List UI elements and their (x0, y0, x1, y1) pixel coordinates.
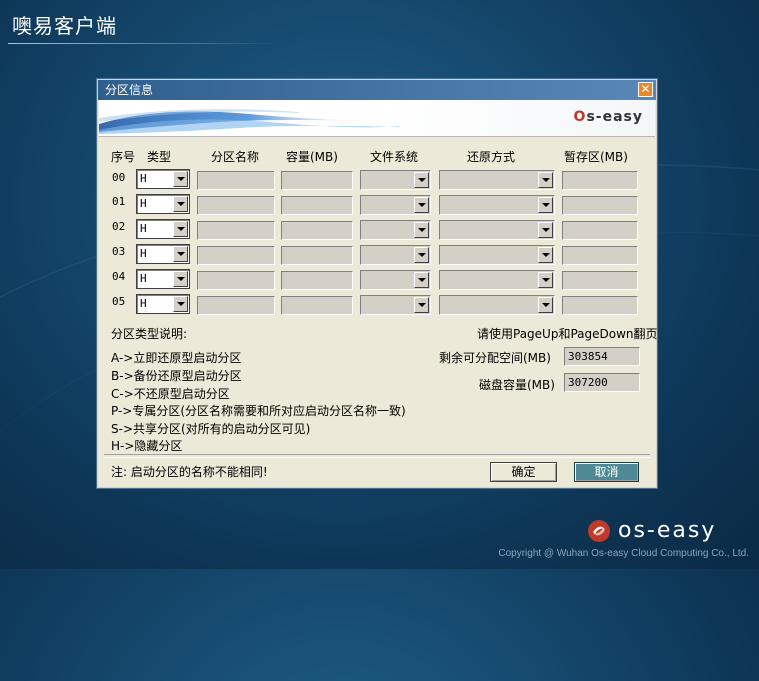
dialog-banner: Os-easy (99, 100, 655, 137)
os-easy-logo-icon (588, 520, 610, 542)
chevron-down-icon[interactable] (414, 222, 429, 238)
filesystem-select[interactable] (360, 295, 431, 315)
chevron-down-icon[interactable] (538, 197, 553, 213)
header-temp-area: 暂存区(MB) (564, 150, 628, 164)
os-easy-logo-text: os-easy (618, 518, 717, 543)
chevron-down-icon[interactable] (538, 172, 553, 188)
chevron-down-icon[interactable] (173, 271, 188, 287)
chevron-down-icon[interactable] (538, 272, 553, 288)
partition-info-dialog: 分区信息 ✕ Os-easy 序号 类型 分区名称 容量(MB) 文件系统 还原… (97, 79, 658, 488)
dialog-title: 分区信息 (105, 83, 154, 97)
chevron-down-icon[interactable] (173, 296, 188, 312)
type-help-line: S->共享分区(对所有的启动分区可见) (111, 422, 311, 436)
temp-area-field[interactable] (562, 246, 638, 265)
capacity-field[interactable] (281, 246, 353, 265)
row-index: 00 (112, 171, 126, 184)
app-title: 噢易客户端 (12, 14, 117, 38)
temp-area-field[interactable] (562, 171, 638, 190)
row-index: 05 (112, 295, 126, 308)
type-help-title: 分区类型说明: (111, 327, 188, 341)
temp-area-field[interactable] (562, 296, 638, 315)
filesystem-select[interactable] (360, 245, 431, 265)
type-help-line: C->不还原型启动分区 (111, 387, 230, 401)
chevron-down-icon[interactable] (414, 247, 429, 263)
capacity-field[interactable] (281, 196, 353, 215)
type-help-line: H->隐藏分区 (111, 439, 183, 453)
header-restore-mode: 还原方式 (467, 150, 516, 164)
type-select[interactable]: H (136, 244, 190, 264)
type-help-line: A->立即还原型启动分区 (111, 351, 242, 365)
header-capacity: 容量(MB) (286, 150, 338, 164)
type-help-line: P->专属分区(分区名称需要和所对应启动分区名称一致) (111, 404, 406, 418)
chevron-down-icon[interactable] (414, 197, 429, 213)
chevron-down-icon[interactable] (538, 247, 553, 263)
paging-hint: 请使用PageUp和PageDown翻页 (477, 327, 658, 341)
partition-name-field[interactable] (197, 196, 275, 215)
ok-button[interactable]: 确定 (490, 462, 557, 482)
capacity-field[interactable] (281, 171, 353, 190)
capacity-field[interactable] (281, 221, 353, 240)
chevron-down-icon[interactable] (173, 246, 188, 262)
type-select[interactable]: H (136, 269, 190, 289)
banner-wave-graphic (99, 109, 399, 134)
chevron-down-icon[interactable] (538, 222, 553, 238)
title-divider (8, 43, 278, 44)
row-index: 03 (112, 245, 126, 258)
type-select[interactable]: H (136, 169, 190, 189)
copyright-text: Copyright @ Wuhan Os-easy Cloud Computin… (498, 548, 749, 559)
note-text: 注: 启动分区的名称不能相同! (111, 465, 268, 479)
partition-name-field[interactable] (197, 296, 275, 315)
partition-name-field[interactable] (197, 221, 275, 240)
chevron-down-icon[interactable] (414, 272, 429, 288)
restore-mode-select[interactable] (439, 245, 555, 265)
chevron-down-icon[interactable] (414, 297, 429, 313)
filesystem-select[interactable] (360, 270, 431, 290)
disk-capacity-field: 307200 (564, 373, 640, 392)
chevron-down-icon[interactable] (538, 297, 553, 313)
row-index: 04 (112, 270, 126, 283)
remaining-space-label: 剩余可分配空间(MB) (439, 351, 551, 365)
type-help-line: B->备份还原型启动分区 (111, 369, 242, 383)
header-index: 序号 (111, 150, 136, 164)
type-select[interactable]: H (136, 294, 190, 314)
restore-mode-select[interactable] (439, 270, 555, 290)
capacity-field[interactable] (281, 271, 353, 290)
header-type: 类型 (147, 150, 172, 164)
banner-logo: Os-easy (573, 109, 643, 125)
partition-name-field[interactable] (197, 171, 275, 190)
chevron-down-icon[interactable] (173, 196, 188, 212)
filesystem-select[interactable] (360, 170, 431, 190)
chevron-down-icon[interactable] (173, 221, 188, 237)
close-button[interactable]: ✕ (638, 82, 653, 97)
temp-area-field[interactable] (562, 221, 638, 240)
capacity-field[interactable] (281, 296, 353, 315)
partition-name-field[interactable] (197, 271, 275, 290)
row-index: 02 (112, 220, 126, 233)
temp-area-field[interactable] (562, 196, 638, 215)
chevron-down-icon[interactable] (414, 172, 429, 188)
chevron-down-icon[interactable] (173, 171, 188, 187)
filesystem-select[interactable] (360, 195, 431, 215)
type-select[interactable]: H (136, 219, 190, 239)
temp-area-field[interactable] (562, 271, 638, 290)
dialog-titlebar[interactable]: 分区信息 (98, 80, 656, 100)
header-name: 分区名称 (211, 150, 260, 164)
restore-mode-select[interactable] (439, 170, 555, 190)
remaining-space-field: 303854 (564, 347, 640, 366)
footer-divider (104, 454, 650, 458)
restore-mode-select[interactable] (439, 195, 555, 215)
row-index: 01 (112, 195, 126, 208)
disk-capacity-label: 磁盘容量(MB) (479, 378, 555, 392)
type-select[interactable]: H (136, 194, 190, 214)
header-filesystem: 文件系统 (370, 150, 419, 164)
partition-name-field[interactable] (197, 246, 275, 265)
filesystem-select[interactable] (360, 220, 431, 240)
restore-mode-select[interactable] (439, 220, 555, 240)
restore-mode-select[interactable] (439, 295, 555, 315)
cancel-button[interactable]: 取消 (574, 462, 639, 482)
